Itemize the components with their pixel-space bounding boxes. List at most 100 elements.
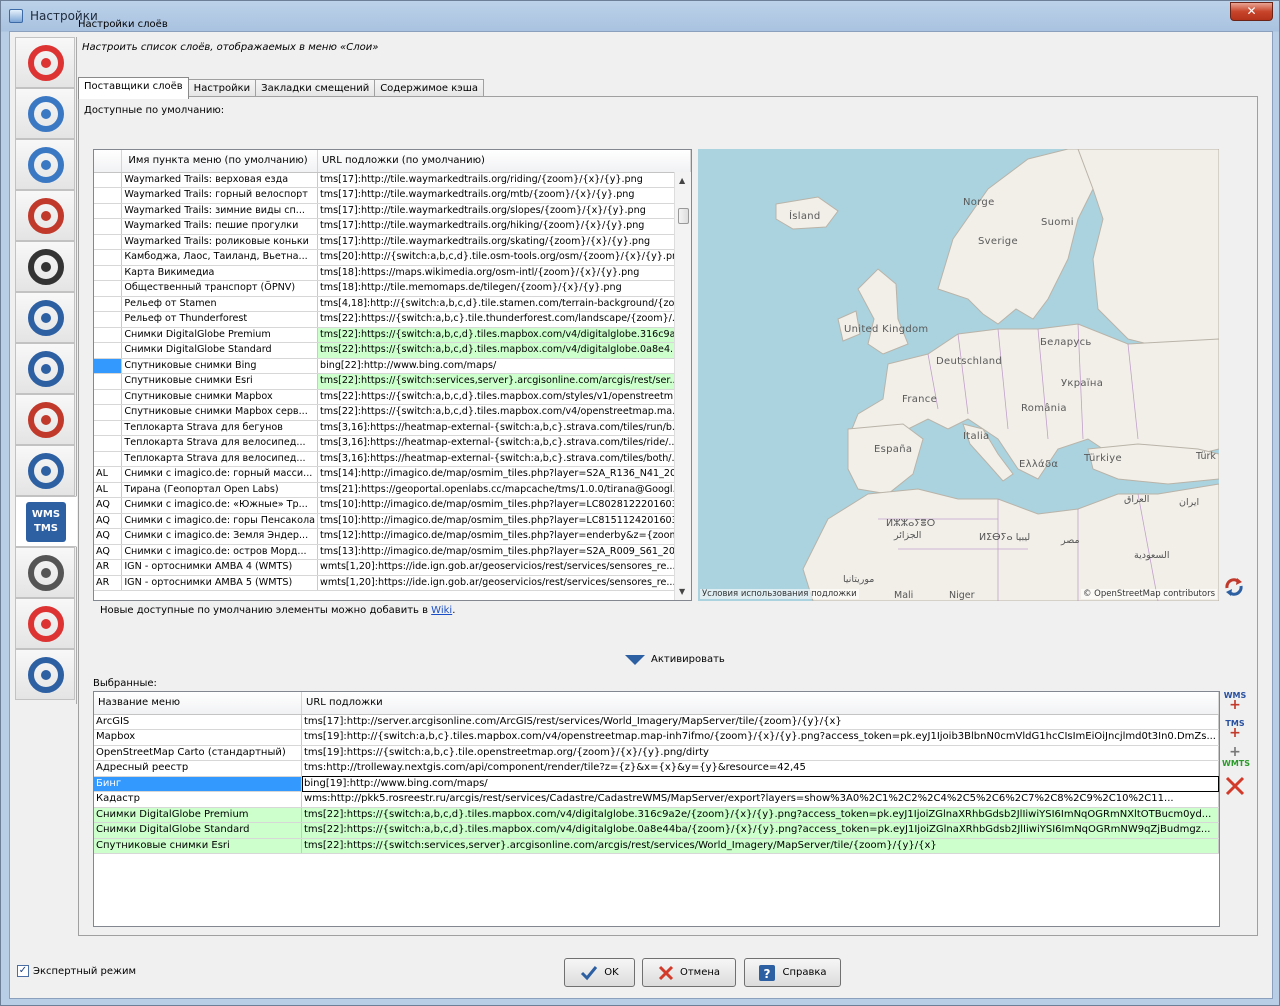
cell-name: Теплокарта Strava для велосипед... — [121, 451, 318, 467]
table-row[interactable]: AQ Снимки с imagico.de: «Южные» Тр... tms[… — [94, 497, 691, 514]
column-header[interactable]: Имя пункта меню (по умолчанию) — [121, 150, 318, 173]
table-row[interactable]: Адресный реестр tms:http://trolleway.next… — [94, 760, 1219, 777]
cell-name: Спутниковые снимки Mapbox — [121, 389, 318, 405]
column-header[interactable]: URL подложки (по умолчанию) — [317, 150, 691, 173]
sidebar-item-validator-checkbox[interactable] — [15, 394, 75, 445]
map-label: ⵍⵉⴱⵢⴰ ليبيا — [979, 532, 1031, 543]
refresh-map-icon[interactable] — [1223, 576, 1245, 598]
table-row[interactable]: Спутниковые снимки Esri tms[22]:https://{… — [94, 373, 691, 390]
scroll-up-icon[interactable]: ▲ — [679, 176, 685, 185]
table-row[interactable]: AL Снимки с imagico.de: горный масси... tm… — [94, 466, 691, 483]
sidebar-item-keyboard[interactable] — [15, 343, 75, 394]
scroll-thumb[interactable] — [678, 208, 689, 224]
cancel-x-icon — [658, 965, 674, 980]
cell-cc: AQ — [94, 497, 123, 514]
table-row[interactable]: Снимки DigitalGlobe Premium tms[22]:https… — [94, 327, 691, 343]
table-row[interactable]: AR IGN - ортоснимки AMBA 5 (WMTS) wmts[1,2… — [94, 575, 691, 591]
expert-mode-checkbox[interactable]: ✓ — [17, 965, 29, 977]
table-row[interactable]: Теплокарта Strava для велосипед... tms[3,… — [94, 435, 691, 452]
activate-label: Активировать — [651, 654, 725, 665]
wiki-link[interactable]: Wiki — [431, 605, 452, 616]
available-scrollbar[interactable]: ▲ ▼ — [674, 172, 691, 600]
expert-mode-toggle[interactable]: ✓ Экспертный режим — [17, 965, 136, 977]
table-row[interactable]: Спутниковые снимки Esri tms[22]:https://{… — [94, 838, 1219, 854]
cell-name: Кадастр — [94, 791, 303, 808]
column-header[interactable]: Название меню — [94, 692, 303, 715]
table-row[interactable]: Теплокарта Strava для бегунов tms[3,16]:h… — [94, 420, 691, 436]
table-row[interactable]: Кадастр wms:http://pkk5.rosreestr.ru/arcg… — [94, 791, 1219, 808]
map-attribution: © OpenStreetMap contributors — [1080, 589, 1217, 599]
column-header[interactable]: URL подложки — [301, 692, 1219, 715]
add-wms-button[interactable]: WMS + — [1222, 691, 1248, 719]
column-header[interactable] — [94, 150, 123, 173]
sidebar-item-advanced-gears[interactable] — [15, 649, 75, 700]
table-row[interactable]: AQ Снимки с imagico.de: остров Морд... tms… — [94, 544, 691, 560]
table-row[interactable]: Спутниковые снимки Mapbox tms[22]:https:/… — [94, 389, 691, 405]
table-row[interactable]: AQ Снимки с imagico.de: Земля Эндер... tms… — [94, 528, 691, 545]
available-layers-table[interactable]: Имя пункта меню (по умолчанию) URL подлож… — [93, 149, 692, 601]
map-terms-link[interactable]: Условия использования подложки — [700, 589, 859, 599]
selected-layers-table[interactable]: Название меню URL подложки ArcGIS tms[17]:… — [93, 691, 1220, 927]
table-row[interactable]: Waymarked Trails: пешие прогулки tms[17]:… — [94, 218, 691, 235]
cell-url: tms[4,18]:http://{switch:a,b,c,d}.tile.s… — [317, 296, 691, 312]
table-row[interactable]: Рельеф от Stamen tms[4,18]:http://{switch… — [94, 296, 691, 312]
sidebar-item-map-paint[interactable] — [15, 598, 75, 649]
table-row[interactable]: Рельеф от Thunderforest tms[22]:https://{… — [94, 311, 691, 328]
table-row[interactable]: Общественный транспорт (ÖPNV) tms[18]:htt… — [94, 280, 691, 297]
activate-button[interactable]: Активировать — [625, 654, 725, 665]
sidebar-item-cloud-connection[interactable] — [15, 88, 75, 139]
table-row[interactable]: Waymarked Trails: зимние виды сп... tms[1… — [94, 203, 691, 219]
add-wmts-button[interactable]: + WMTS — [1222, 745, 1250, 775]
table-row[interactable]: Waymarked Trails: роликовые коньки tms[17… — [94, 234, 691, 250]
table-row[interactable]: Спутниковые снимки Bing bing[22]:http://w… — [94, 358, 691, 374]
sidebar-item-globe-projection[interactable] — [15, 139, 75, 190]
cell-cc — [94, 342, 123, 359]
help-button[interactable]: ? Справка — [744, 958, 841, 987]
tab-layer-providers[interactable]: Поставщики слоёв — [78, 77, 189, 99]
table-row[interactable]: Спутниковые снимки Mapbox серв... tms[22]… — [94, 404, 691, 421]
cell-name: Теплокарта Strava для велосипед... — [121, 435, 318, 452]
table-row[interactable]: Снимки DigitalGlobe Standard tms[22]:http… — [94, 342, 691, 359]
cell-url: tms[14]:http://imagico.de/map/osmim_tile… — [317, 466, 691, 483]
table-row[interactable]: Снимки DigitalGlobe Premium tms[22]:https… — [94, 807, 1219, 823]
table-row[interactable]: Теплокарта Strava для велосипед... tms[3,… — [94, 451, 691, 467]
expert-mode-label: Экспертный режим — [33, 965, 137, 977]
map-preview[interactable]: Ísland Norge Suomi Sverige United Kingdom Бел… — [698, 149, 1219, 601]
cell-name: OpenStreetMap Carto (стандартный) — [94, 745, 303, 761]
cell-url[interactable]: bing[19]:http://www.bing.com/maps/ — [301, 776, 1219, 792]
table-row[interactable]: Waymarked Trails: горный велоспорт tms[17… — [94, 187, 691, 204]
wiki-note-tail: . — [452, 605, 456, 616]
sidebar-item-advanced-tools[interactable] — [15, 547, 75, 598]
table-row[interactable]: Бинг bing[19]:http://www.bing.com/maps/ — [94, 776, 1219, 792]
delete-layer-button[interactable] — [1222, 775, 1248, 803]
title-bar[interactable]: Настройки ✕ — [1, 1, 1279, 31]
cell-cc — [94, 420, 123, 436]
map-label: العراق — [1124, 494, 1150, 505]
sidebar-item-audio-speaker[interactable] — [15, 292, 75, 343]
add-tms-button[interactable]: TMS + — [1222, 719, 1248, 747]
scroll-down-icon[interactable]: ▼ — [679, 587, 685, 596]
table-row[interactable]: AR IGN - ортоснимки AMBA 4 (WMTS) wmts[1,2… — [94, 559, 691, 576]
map-land-shapes — [698, 149, 1219, 601]
table-row[interactable]: Камбоджа, Лаос, Таиланд, Вьетна... tms[20… — [94, 249, 691, 266]
table-row[interactable]: Mapbox tms[19]:http://{switch:a,b,c}.tile… — [94, 729, 1219, 746]
sidebar-item-wms-tms[interactable]: WMS TMS — [15, 496, 77, 547]
sidebar-item-label: WMS TMS — [31, 509, 61, 534]
close-button[interactable]: ✕ — [1230, 2, 1273, 21]
sidebar-item-display-settings[interactable] — [15, 37, 75, 88]
sidebar-item-remote-control[interactable] — [15, 445, 75, 496]
cell-name: Снимки с imagico.de: «Южные» Тр... — [121, 497, 318, 514]
table-row[interactable]: Waymarked Trails: верховая езда tms[17]:h… — [94, 172, 691, 188]
table-row[interactable]: Снимки DigitalGlobe Standard tms[22]:http… — [94, 822, 1219, 839]
ok-button[interactable]: OK — [564, 958, 635, 987]
table-row[interactable]: OpenStreetMap Carto (стандартный) tms[19]… — [94, 745, 1219, 761]
table-row[interactable]: AQ Снимки с imagico.de: горы Пенсакола tms… — [94, 513, 691, 529]
sidebar-item-plugin-puzzle[interactable] — [15, 190, 75, 241]
table-row[interactable]: ArcGIS tms[17]:http://server.arcgisonline… — [94, 714, 1219, 730]
table-row[interactable]: AL Тирана (Геопортал Open Labs) tms[21]:ht… — [94, 482, 691, 498]
cell-url: tms[22]:https://{switch:a,b,c,d}.tiles.m… — [301, 822, 1219, 839]
map-label: موريتانيا — [843, 574, 875, 585]
cancel-button[interactable]: Отмена — [642, 958, 736, 987]
sidebar-item-file-storage[interactable] — [15, 241, 75, 292]
table-row[interactable]: Карта Викимедиа tms[18]:https://maps.wiki… — [94, 265, 691, 281]
